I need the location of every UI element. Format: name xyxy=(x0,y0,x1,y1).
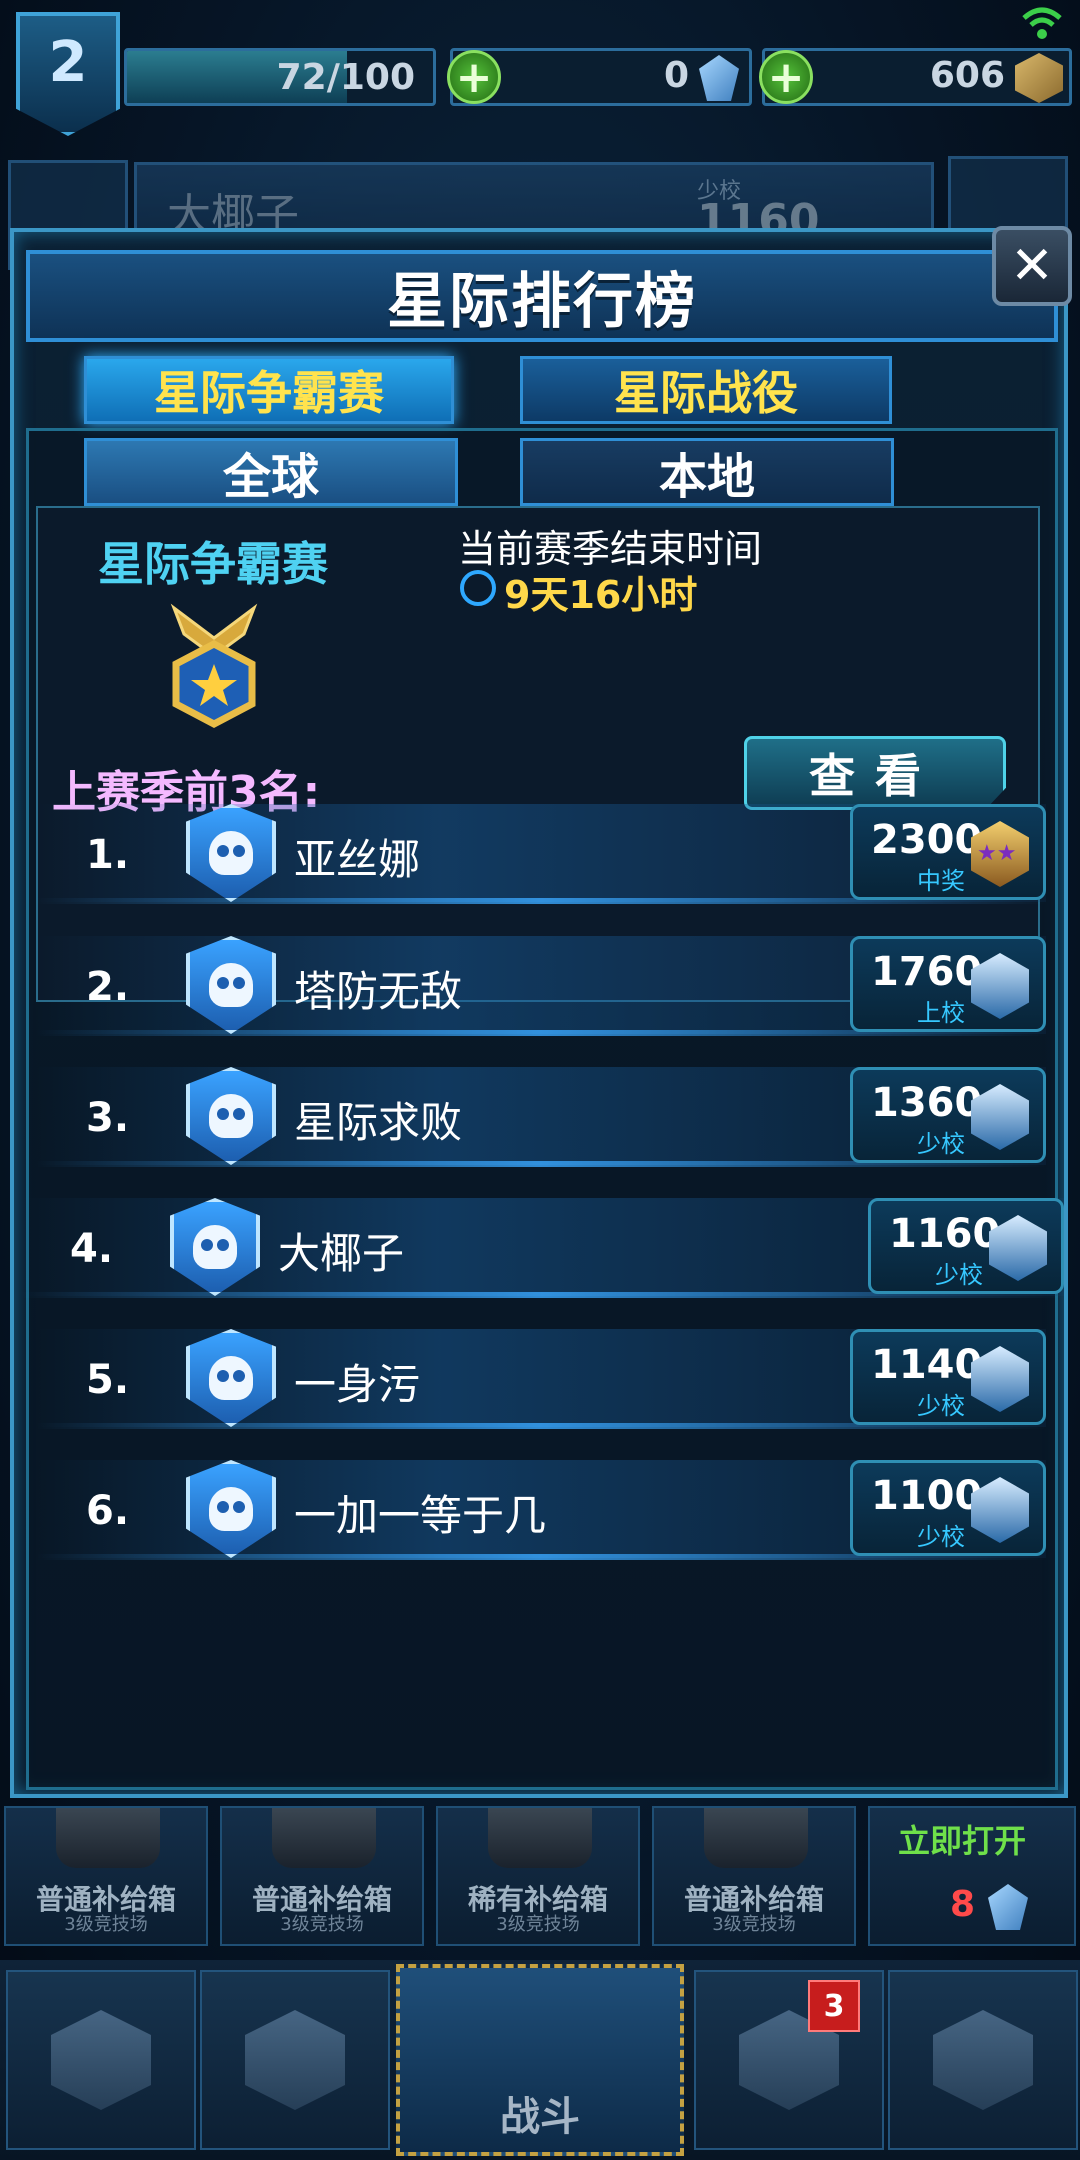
chest-icon xyxy=(704,1808,808,1868)
subtab-global[interactable]: 全球 xyxy=(84,438,458,506)
chest-arena: 3级竞技场 xyxy=(280,1914,364,1935)
chest-slot-1[interactable]: 普通补给箱 3级竞技场 xyxy=(4,1806,208,1946)
rank-number: 1. xyxy=(86,832,130,878)
timer-icon xyxy=(460,570,496,606)
social-notification-badge: 3 xyxy=(808,1980,860,2032)
player-name: 星际求败 xyxy=(294,1098,463,1147)
hex-cluster-icon xyxy=(933,2010,1033,2110)
gold-medal-icon xyxy=(168,598,260,730)
crystal-icon xyxy=(988,1884,1028,1930)
bottom-navigation: 战斗 3 xyxy=(0,1960,1080,2160)
player-level-badge[interactable]: 2 xyxy=(16,12,120,136)
ranking-row[interactable]: 4. 大椰子 1160 少校 xyxy=(20,1190,1064,1304)
player-rank-title: 少校 xyxy=(917,1523,965,1551)
crystal-resource: + 0 xyxy=(447,48,752,106)
player-score: 2300 xyxy=(871,817,983,863)
battle-label: 战斗 xyxy=(500,2094,580,2140)
modal-header: 星际排行榜 xyxy=(26,250,1058,342)
coin-resource: + 606 xyxy=(759,48,1072,106)
skull-icon xyxy=(193,1225,237,1269)
modal-title: 星际排行榜 xyxy=(387,266,697,337)
xp-text: 72/100 xyxy=(276,57,415,98)
nav-cards-button[interactable] xyxy=(200,1970,390,2150)
rank-number: 4. xyxy=(70,1226,114,1272)
chest-icon xyxy=(272,1808,376,1868)
player-rank-title: 上校 xyxy=(917,999,965,1027)
chest-slot-2[interactable]: 普通补给箱 3级竞技场 xyxy=(220,1806,424,1946)
player-name: 一身污 xyxy=(294,1360,421,1409)
player-rank-title: 中奖 xyxy=(917,867,965,895)
player-score: 1160 xyxy=(889,1211,1001,1257)
shop-box-icon xyxy=(51,2010,151,2110)
player-name: 一加一等于几 xyxy=(294,1491,547,1540)
nav-battle-button[interactable]: 战斗 xyxy=(396,1964,684,2156)
player-rank-title: 少校 xyxy=(935,1261,983,1289)
tab-star-tournament[interactable]: 星际争霸赛 xyxy=(84,356,454,424)
player-score: 1760 xyxy=(871,949,983,995)
coin-count: 606 xyxy=(929,55,1005,96)
hexagon-icon xyxy=(245,2010,345,2110)
skull-icon xyxy=(209,1356,253,1400)
chest-slot-3[interactable]: 稀有补给箱 3级竞技场 xyxy=(436,1806,640,1946)
ranking-row[interactable]: 2. 塔防无敌 1760 上校 xyxy=(36,928,1046,1042)
ranking-row[interactable]: 1. 亚丝娜 2300 中奖 xyxy=(36,796,1046,910)
add-coins-button[interactable]: + xyxy=(759,50,813,104)
skull-icon xyxy=(209,831,253,875)
chest-arena: 3级竞技场 xyxy=(496,1914,580,1935)
player-name: 亚丝娜 xyxy=(294,835,421,884)
tab-star-campaign[interactable]: 星际战役 xyxy=(520,356,892,424)
coin-icon xyxy=(1015,53,1063,103)
chest-slot-4[interactable]: 普通补给箱 3级竞技场 xyxy=(652,1806,856,1946)
skull-icon xyxy=(209,1094,253,1138)
wifi-icon xyxy=(1020,6,1070,46)
player-score-box: 1160 少校 xyxy=(868,1198,1064,1294)
game-screen: 2 72/100 + 0 + 606 大椰子 少校 1160 星际排行榜 ✕ 星… xyxy=(0,0,1080,2160)
player-score: 1360 xyxy=(871,1080,983,1126)
skull-icon xyxy=(209,963,253,1007)
subtab-local[interactable]: 本地 xyxy=(520,438,894,506)
skull-icon xyxy=(209,1487,253,1531)
ranking-row[interactable]: 5. 一身污 1140 少校 xyxy=(36,1321,1046,1435)
nav-alliance-button[interactable] xyxy=(888,1970,1078,2150)
rank-number: 2. xyxy=(86,964,130,1010)
player-score-box: 1760 上校 xyxy=(850,936,1046,1032)
player-score-box: 1360 少校 xyxy=(850,1067,1046,1163)
rank-number: 5. xyxy=(86,1357,130,1403)
add-crystals-button[interactable]: + xyxy=(447,50,501,104)
player-name: 塔防无敌 xyxy=(294,967,463,1016)
info-title: 星际争霸赛 xyxy=(98,537,328,591)
close-button[interactable]: ✕ xyxy=(992,226,1072,306)
player-score-box: 1140 少校 xyxy=(850,1329,1046,1425)
player-score: 1140 xyxy=(871,1342,983,1388)
player-rank-title: 少校 xyxy=(917,1130,965,1158)
player-name: 大椰子 xyxy=(278,1229,405,1278)
rank-number: 6. xyxy=(86,1488,130,1534)
chest-icon xyxy=(488,1808,592,1868)
rank-number: 3. xyxy=(86,1095,130,1141)
chest-row: 普通补给箱 3级竞技场 普通补给箱 3级竞技场 稀有补给箱 3级竞技场 普通补给… xyxy=(0,1806,1080,1948)
chest-arena: 3级竞技场 xyxy=(64,1914,148,1935)
chest-icon xyxy=(56,1808,160,1868)
open-now-label: 立即打开 xyxy=(898,1822,1027,1860)
player-score-box: 1100 少校 xyxy=(850,1460,1046,1556)
chest-arena: 3级竞技场 xyxy=(712,1914,796,1935)
xp-progress-bar: 72/100 xyxy=(124,48,436,106)
ranking-row[interactable]: 3. 星际求败 1360 少校 xyxy=(36,1059,1046,1173)
ranking-row[interactable]: 6. 一加一等于几 1100 少校 xyxy=(36,1452,1046,1566)
nav-shop-button[interactable] xyxy=(6,1970,196,2150)
season-end-time: 9天16小时 xyxy=(504,573,698,617)
player-score-box: 2300 中奖 xyxy=(850,804,1046,900)
player-rank-title: 少校 xyxy=(917,1392,965,1420)
open-now-slot[interactable]: 立即打开 8 xyxy=(868,1806,1076,1946)
open-now-cost: 8 xyxy=(950,1884,976,1925)
crystal-count: 0 xyxy=(663,55,689,96)
player-score: 1100 xyxy=(871,1473,983,1519)
leaderboard-modal: 星际排行榜 ✕ 星际争霸赛 星际战役 全球 本地 星际争霸赛 当前赛季结束时间 … xyxy=(10,226,1072,1798)
crystal-icon xyxy=(699,55,739,101)
